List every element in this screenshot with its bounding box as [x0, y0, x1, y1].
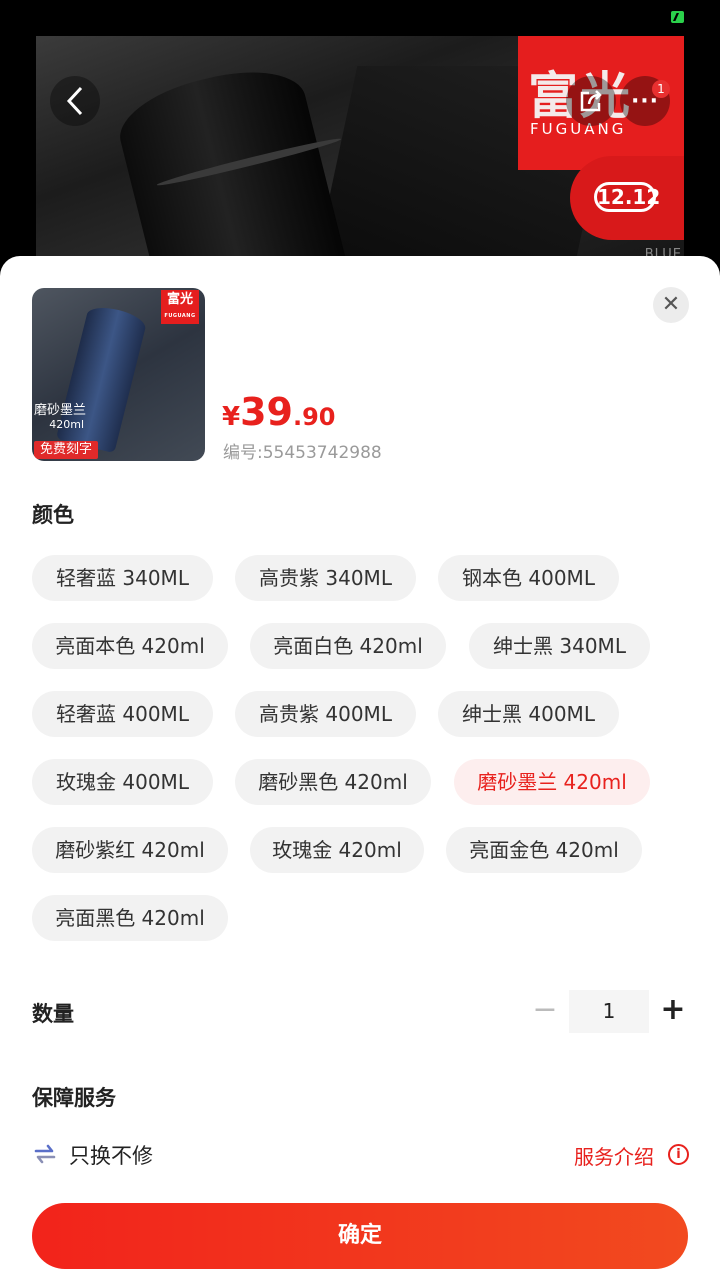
- thumbnail-brand-logo: 富光 FUGUANG: [161, 290, 199, 324]
- notification-badge: 1: [652, 80, 670, 98]
- color-option[interactable]: 亮面金色 420ml: [446, 827, 642, 873]
- quantity-section-title: 数量: [32, 1002, 74, 1026]
- chevron-left-icon: [66, 86, 83, 116]
- confirm-button[interactable]: 确定: [32, 1203, 688, 1269]
- color-option[interactable]: 轻奢蓝 340ML: [32, 555, 213, 601]
- thumbnail-color-label: 磨砂墨兰 420ml: [34, 404, 86, 432]
- color-option[interactable]: 磨砂紫红 420ml: [32, 827, 228, 873]
- price-integer: 39: [240, 390, 293, 434]
- thumbnail-free-engrave-tag: 免费刻字: [34, 441, 99, 459]
- product-thumbnail[interactable]: 富光 FUGUANG 磨砂墨兰 420ml 免费刻字: [32, 288, 205, 461]
- sku-number: 编号:55453742988: [223, 443, 382, 463]
- color-option[interactable]: 亮面本色 420ml: [32, 623, 228, 669]
- info-icon[interactable]: i: [668, 1144, 689, 1165]
- color-option[interactable]: 磨砂黑色 420ml: [235, 759, 431, 805]
- color-option[interactable]: 绅士黑 400ML: [438, 691, 619, 737]
- service-intro-link[interactable]: 服务介绍: [574, 1141, 654, 1170]
- color-option[interactable]: 亮面黑色 420ml: [32, 895, 228, 941]
- color-option[interactable]: 钢本色 400ML: [438, 555, 619, 601]
- close-button[interactable]: ✕: [653, 287, 689, 323]
- color-option[interactable]: 玫瑰金 400ML: [32, 759, 213, 805]
- price-currency: ¥: [222, 402, 241, 432]
- color-option[interactable]: 高贵紫 340ML: [235, 555, 416, 601]
- price: ¥39.90: [222, 390, 336, 434]
- thumbnail-volume: 420ml: [49, 418, 85, 431]
- product-hero-image: 富光 FUGUANG 12.12 BLUE: [36, 36, 684, 268]
- sku-selector-sheet: 富光 FUGUANG 磨砂墨兰 420ml 免费刻字 ¥39.90 编号:554…: [0, 256, 720, 1280]
- service-label: 只换不修: [69, 1144, 153, 1168]
- color-option-selected[interactable]: 磨砂墨兰 420ml: [454, 759, 650, 805]
- promo-badge: 12.12: [570, 156, 684, 240]
- thumbnail-brand-cn: 富光: [166, 292, 193, 307]
- color-option[interactable]: 绅士黑 340ML: [469, 623, 650, 669]
- quantity-increase-button[interactable]: +: [656, 993, 690, 1027]
- color-option[interactable]: 玫瑰金 420ml: [250, 827, 424, 873]
- close-icon: ✕: [661, 292, 681, 317]
- thumbnail-brand-en: FUGUANG: [164, 313, 196, 319]
- guarantee-section-title: 保障服务: [32, 1086, 116, 1110]
- thumbnail-color-name: 磨砂墨兰: [34, 403, 87, 418]
- color-section-title: 颜色: [32, 503, 74, 527]
- quantity-decrease-button[interactable]: −: [528, 993, 562, 1027]
- quantity-input[interactable]: 1: [569, 990, 649, 1033]
- exchange-icon: [34, 1144, 56, 1164]
- status-bar: [0, 0, 720, 36]
- share-button[interactable]: [566, 76, 616, 126]
- back-button[interactable]: [50, 76, 100, 126]
- color-option[interactable]: 轻奢蓝 400ML: [32, 691, 213, 737]
- share-icon: [580, 90, 602, 112]
- battery-icon: [671, 11, 684, 23]
- color-option[interactable]: 亮面白色 420ml: [250, 623, 446, 669]
- promo-badge-text: 12.12: [594, 182, 660, 212]
- color-option[interactable]: 高贵紫 400ML: [235, 691, 416, 737]
- price-decimal: .90: [292, 403, 336, 431]
